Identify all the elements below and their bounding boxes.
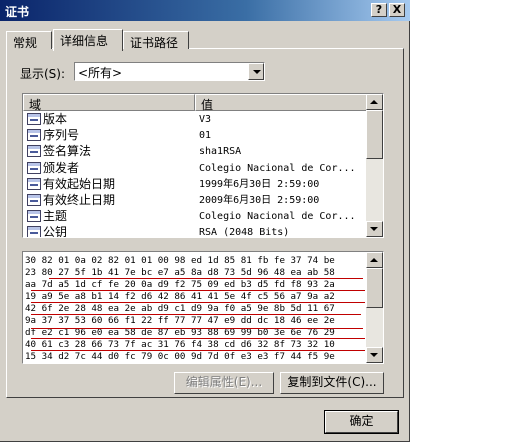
list-row[interactable]: 版本 V3: [23, 112, 367, 127]
red-underline-mark: [31, 302, 365, 303]
red-underline-mark: [49, 278, 363, 279]
field-value: Colegio Nacional de Cor...: [199, 162, 356, 174]
red-underline-mark: [31, 328, 363, 329]
list-header: 域 值: [23, 94, 367, 112]
chevron-up-icon: [370, 258, 378, 262]
show-select[interactable]: <所有>: [74, 62, 265, 81]
copy-to-file-button[interactable]: 复制到文件(C)...: [280, 372, 384, 394]
list-row[interactable]: 有效终止日期 2009年6月30日 2:59:00: [23, 193, 367, 208]
field-value: 1999年6月30日 2:59:00: [199, 178, 320, 190]
chevron-down-icon: [370, 227, 378, 231]
red-underline-mark: [31, 290, 365, 291]
scroll-thumb[interactable]: [366, 268, 383, 308]
certificate-field-icon: [27, 129, 41, 142]
list-row[interactable]: 颁发者 Colegio Nacional de Cor...: [23, 161, 367, 176]
ok-button[interactable]: 确定: [324, 410, 399, 434]
scroll-thumb[interactable]: [366, 110, 383, 159]
red-underline-mark: [31, 338, 365, 339]
field-name: 有效起始日期: [43, 176, 116, 191]
chevron-down-icon: [253, 70, 261, 74]
value-detail-box[interactable]: 30 82 01 0a 02 82 01 01 00 98 ed 1d 85 8…: [22, 251, 384, 364]
certificate-field-icon: [27, 226, 41, 237]
field-cell: 颁发者: [27, 161, 195, 176]
certificate-field-icon: [27, 145, 41, 158]
hex-line: 15 34 d2 7c 44 d0 fc 79 0c 00 9d 7d 0f e…: [25, 351, 335, 362]
dropdown-arrow-button[interactable]: [248, 63, 264, 80]
certificate-field-icon: [27, 177, 41, 190]
field-value: RSA (2048 Bits): [199, 227, 290, 238]
scroll-down-button[interactable]: [366, 347, 383, 363]
show-label: 显示(S):: [20, 67, 66, 81]
certificate-dialog: 证书 ? X 常规 详细信息 证书路径 显示(S): <所有> 域 值 版本 V3…: [0, 0, 410, 442]
tab-general[interactable]: 常规: [6, 31, 52, 50]
field-cell: 公钥: [27, 225, 195, 238]
hex-line: 9a 37 37 53 60 66 f1 22 ff 77 77 47 e9 d…: [25, 315, 335, 326]
column-header-value[interactable]: 值: [195, 94, 367, 112]
field-value: Colegio Nacional de Cor...: [199, 211, 356, 223]
tab-cert-path[interactable]: 证书路径: [123, 31, 189, 50]
hex-line: 30 82 01 0a 02 82 01 01 00 98 ed 1d 85 8…: [25, 255, 335, 266]
certificate-field-icon: [27, 194, 41, 206]
field-name: 颁发者: [43, 160, 80, 175]
field-value: V3: [199, 114, 212, 125]
scroll-up-button[interactable]: [366, 94, 383, 110]
field-name: 主题: [43, 209, 68, 224]
field-name: 有效终止日期: [43, 193, 116, 207]
field-name: 签名算法: [43, 144, 92, 159]
field-cell: 版本: [27, 112, 195, 127]
list-scrollbar[interactable]: [366, 94, 383, 237]
field-value: sha1RSA: [199, 146, 242, 158]
title-bar[interactable]: 证书 ? X: [0, 0, 410, 21]
chevron-up-icon: [370, 100, 378, 104]
tab-details[interactable]: 详细信息: [53, 29, 123, 51]
red-underline-mark: [31, 350, 365, 351]
close-button[interactable]: X: [389, 3, 405, 17]
field-cell: 主题: [27, 209, 195, 224]
field-value: 01: [199, 130, 212, 142]
window-title: 证书: [5, 5, 30, 19]
fields-list[interactable]: 域 值 版本 V3 序列号 01 签名算法 sha1RSA 颁发者 Colegio Nacio…: [22, 93, 384, 238]
scroll-down-button[interactable]: [366, 221, 383, 237]
scroll-up-button[interactable]: [366, 252, 383, 268]
field-cell: 序列号: [27, 128, 195, 143]
list-row[interactable]: 序列号 01: [23, 128, 367, 143]
field-cell: 有效起始日期: [27, 177, 195, 192]
field-name: 序列号: [43, 128, 80, 143]
list-row[interactable]: 主题 Colegio Nacional de Cor...: [23, 209, 367, 224]
field-value: 2009年6月30日 2:59:00: [199, 195, 320, 206]
edit-properties-button[interactable]: 编辑属性(E)...: [174, 372, 274, 394]
field-cell: 有效终止日期: [27, 193, 195, 208]
field-name: 公钥: [43, 225, 68, 238]
help-button[interactable]: ?: [371, 3, 387, 17]
chevron-down-icon: [370, 353, 378, 357]
field-name: 版本: [43, 112, 68, 126]
detail-scrollbar[interactable]: [366, 252, 383, 363]
column-header-field[interactable]: 域: [23, 94, 195, 112]
certificate-field-icon: [27, 113, 41, 125]
field-cell: 签名算法: [27, 144, 195, 159]
list-row[interactable]: 签名算法 sha1RSA: [23, 144, 367, 159]
certificate-field-icon: [27, 161, 41, 174]
certificate-field-icon: [27, 210, 41, 223]
list-row[interactable]: 有效起始日期 1999年6月30日 2:59:00: [23, 177, 367, 192]
list-row[interactable]: 公钥 RSA (2048 Bits): [23, 225, 367, 238]
red-underline-mark: [31, 314, 361, 315]
show-select-value: <所有>: [78, 66, 123, 80]
